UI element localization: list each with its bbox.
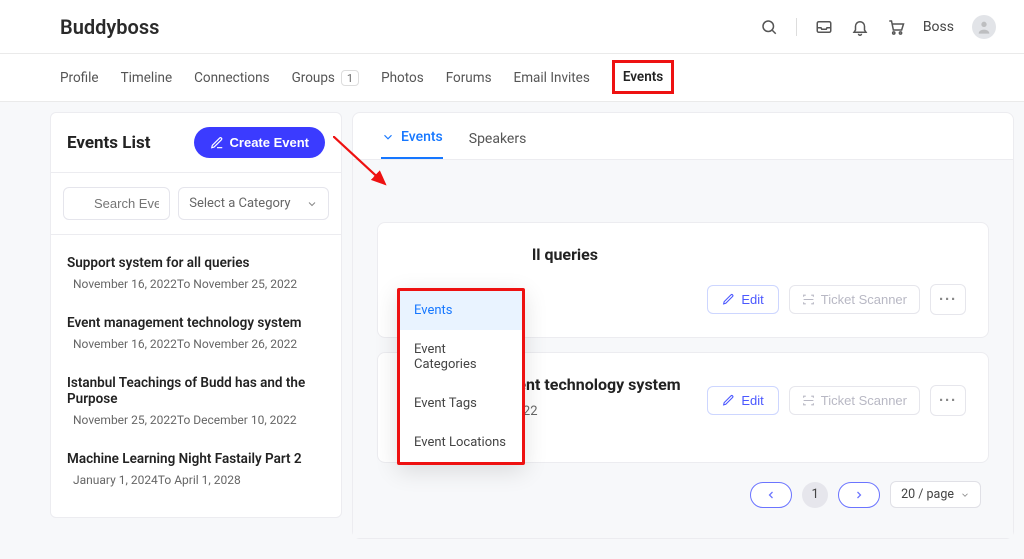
page-size-select[interactable]: 20 / page [890, 481, 981, 508]
nav-groups[interactable]: Groups 1 [292, 70, 360, 86]
list-item[interactable]: Istanbul Teachings of Budd has and the P… [65, 363, 327, 439]
ticket-label: Ticket Scanner [821, 393, 907, 408]
page-prev-button[interactable] [750, 482, 792, 508]
scan-icon [802, 293, 815, 306]
cart-icon[interactable] [887, 18, 905, 36]
events-list-panel: Events List Create Event Select a Catego… [50, 112, 342, 539]
list-item[interactable]: Event management technology system Novem… [65, 303, 327, 363]
category-select[interactable]: Select a Category [178, 187, 329, 220]
dropdown-item-categories[interactable]: Event Categories [400, 330, 522, 384]
username[interactable]: Boss [923, 19, 954, 35]
top-bar: Buddyboss Boss [0, 0, 1024, 54]
profile-nav: Profile Timeline Connections Groups 1 Ph… [0, 54, 1024, 102]
events-type-dropdown: Events Event Categories Event Tags Event… [397, 288, 525, 465]
events-detail-panel: Events Speakers Events Event Categories … [352, 112, 1024, 539]
nav-connections[interactable]: Connections [194, 70, 269, 86]
avatar[interactable] [972, 15, 996, 39]
tab-speakers[interactable]: Speakers [469, 115, 527, 159]
ticket-label: Ticket Scanner [821, 292, 907, 307]
chevron-down-icon [960, 490, 970, 500]
chevron-down-icon [381, 130, 395, 144]
nav-events-highlight: Events [612, 60, 674, 94]
brand-logo[interactable]: Buddyboss [60, 15, 159, 39]
edit-label: Edit [741, 393, 763, 408]
list-item[interactable]: Machine Learning Night Fastaily Part 2 J… [65, 439, 327, 499]
create-event-label: Create Event [230, 135, 309, 150]
page-number[interactable]: 1 [802, 482, 828, 508]
edit-button[interactable]: Edit [707, 386, 778, 415]
nav-forums[interactable]: Forums [446, 70, 492, 86]
dropdown-item-events[interactable]: Events [400, 291, 522, 330]
chevron-down-icon [306, 198, 318, 210]
event-title: Machine Learning Night Fastaily Part 2 [67, 451, 325, 467]
groups-count-badge: 1 [341, 70, 359, 86]
topbar-actions: Boss [760, 15, 996, 39]
create-event-button[interactable]: Create Event [194, 127, 325, 158]
event-dates: January 1, 2024To April 1, 2028 [67, 473, 325, 487]
dropdown-item-locations[interactable]: Event Locations [400, 423, 522, 462]
pencil-icon [722, 293, 735, 306]
nav-photos[interactable]: Photos [381, 70, 424, 86]
page-next-button[interactable] [838, 482, 880, 508]
edit-button[interactable]: Edit [707, 285, 778, 314]
dropdown-item-tags[interactable]: Event Tags [400, 384, 522, 423]
event-title: Support system for all queries [67, 255, 325, 271]
pagination: 1 20 / page [377, 463, 989, 514]
bell-icon[interactable] [851, 18, 869, 36]
event-dates: November 16, 2022To November 26, 2022 [67, 337, 325, 351]
main-area: Events List Create Event Select a Catego… [0, 102, 1024, 539]
events-list-title: Events List [67, 133, 150, 153]
detail-tabs: Events Speakers [353, 113, 1013, 160]
pencil-icon [722, 394, 735, 407]
event-title: Event management technology system [67, 315, 325, 331]
event-dates: November 25, 2022To December 10, 2022 [67, 413, 325, 427]
chevron-right-icon [853, 489, 865, 501]
tab-events-label: Events [401, 129, 443, 145]
ticket-scanner-button: Ticket Scanner [789, 386, 920, 415]
nav-email-invites[interactable]: Email Invites [514, 70, 590, 86]
ticket-scanner-button: Ticket Scanner [789, 285, 920, 314]
event-title: Istanbul Teachings of Budd has and the P… [67, 375, 325, 407]
search-input[interactable] [63, 187, 170, 220]
tab-events[interactable]: Events [381, 113, 443, 159]
nav-timeline[interactable]: Timeline [121, 70, 173, 86]
nav-events[interactable]: Events [623, 69, 663, 85]
divider [796, 18, 797, 36]
nav-profile[interactable]: Profile [60, 70, 99, 86]
edit-label: Edit [741, 292, 763, 307]
chevron-left-icon [765, 489, 777, 501]
search-icon[interactable] [760, 18, 778, 36]
scan-icon [802, 394, 815, 407]
page-size-label: 20 / page [901, 487, 954, 502]
category-placeholder: Select a Category [189, 196, 290, 211]
list-item[interactable]: Support system for all queries November … [65, 243, 327, 303]
card-title: ll queries [532, 245, 966, 264]
event-dates: November 16, 2022To November 25, 2022 [67, 277, 325, 291]
more-button[interactable]: ··· [930, 385, 966, 416]
sidebar-events: Support system for all queries November … [51, 235, 341, 517]
inbox-icon[interactable] [815, 18, 833, 36]
more-button[interactable]: ··· [930, 284, 966, 315]
